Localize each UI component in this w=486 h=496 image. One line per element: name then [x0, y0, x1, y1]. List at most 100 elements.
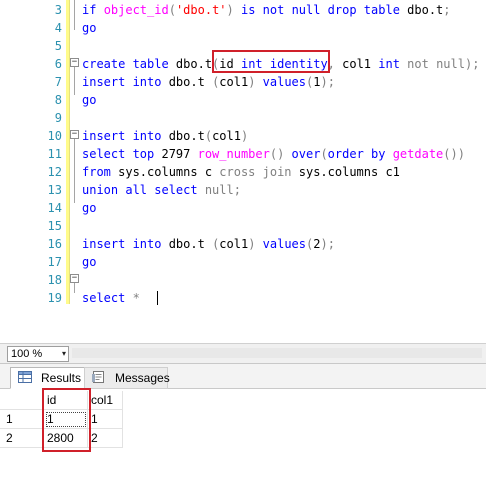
- code-token: dbo.t: [168, 129, 205, 143]
- code-token: col1: [219, 75, 249, 89]
- collapse-icon[interactable]: −: [70, 130, 79, 139]
- code-token: values: [255, 75, 307, 89]
- change-tracking-bar: [66, 0, 70, 304]
- code-token: col1: [219, 237, 249, 251]
- messages-icon: [92, 371, 104, 383]
- code-line: select *: [82, 289, 140, 307]
- outline-guide: [74, 65, 75, 95]
- code-token: order by: [327, 147, 393, 161]
- line-number: 13: [47, 183, 62, 197]
- line-number: 14: [47, 201, 62, 215]
- code-token: sys.columns c: [118, 165, 220, 179]
- code-token: sys.columns c1: [291, 165, 400, 179]
- code-token: over: [284, 147, 321, 161]
- chevron-down-icon[interactable]: ▾: [62, 347, 66, 361]
- zoom-value: 100 %: [11, 348, 43, 360]
- code-token: );: [320, 237, 335, 251]
- line-number: 11: [47, 147, 62, 161]
- collapse-icon[interactable]: −: [70, 274, 79, 283]
- line-number: 10: [47, 129, 62, 143]
- code-token: select: [82, 291, 133, 305]
- code-token: *: [132, 291, 140, 305]
- line-number: 9: [54, 111, 62, 125]
- code-token: not null: [407, 57, 465, 71]
- code-token: values: [255, 237, 307, 251]
- line-number: 15: [47, 219, 62, 233]
- code-token: 'dbo.t': [175, 3, 227, 17]
- code-token: go: [82, 93, 97, 107]
- code-token: ): [240, 129, 249, 143]
- grid-cell-col1[interactable]: 2: [88, 429, 123, 448]
- code-line: insert into dbo.t (col1) values(2);: [82, 235, 335, 253]
- code-line: go: [82, 253, 96, 271]
- id-column-highlight-box: [42, 388, 91, 452]
- results-tab-strip: Results Messages: [0, 364, 486, 389]
- code-token: go: [82, 255, 97, 269]
- code-token: if: [82, 3, 104, 17]
- outline-guide: [74, 137, 75, 203]
- code-token: dbo.t: [168, 237, 213, 251]
- code-line: insert into dbo.t(col1): [82, 127, 248, 145]
- code-token: );: [320, 75, 335, 89]
- line-number: 12: [47, 165, 62, 179]
- line-number: 18: [47, 273, 62, 287]
- line-number: 3: [54, 3, 62, 17]
- line-number: 19: [47, 291, 62, 305]
- collapse-icon[interactable]: −: [70, 58, 79, 67]
- code-token: insert into: [82, 237, 169, 251]
- grid-corner[interactable]: [0, 391, 44, 410]
- code-token: object_id: [103, 3, 169, 17]
- tab-results-label: Results: [41, 371, 82, 385]
- row-number[interactable]: 2: [0, 429, 44, 448]
- code-line: union all select null;: [82, 181, 241, 199]
- line-number: 6: [54, 57, 62, 71]
- editor-status-bar: 100 % ▾: [0, 343, 486, 364]
- line-number: 7: [54, 75, 62, 89]
- zoom-dropdown[interactable]: 100 % ▾: [7, 346, 69, 362]
- code-token: dbo.t: [175, 57, 213, 71]
- code-token: is not null drop table: [233, 3, 408, 17]
- code-token: row_number: [197, 147, 270, 161]
- code-token: dbo.t: [168, 75, 213, 89]
- code-line: go: [82, 91, 96, 109]
- row-number[interactable]: 1: [0, 410, 44, 429]
- results-pane: Results Messages id col1 1 1 1 2 2800 2: [0, 364, 486, 496]
- code-token: ;: [443, 3, 451, 17]
- code-token: from: [82, 165, 119, 179]
- code-token: ()): [443, 147, 465, 161]
- code-token: (: [204, 129, 213, 143]
- line-number: 17: [47, 255, 62, 269]
- code-line: insert into dbo.t (col1) values(1);: [82, 73, 335, 91]
- code-token: (: [320, 147, 328, 161]
- tab-results[interactable]: Results: [10, 367, 92, 389]
- code-token: ): [226, 3, 234, 17]
- sql-editor[interactable]: 3 4 5 6 7 8 9 10 11 12 13 14 15 16 17 18…: [0, 0, 486, 343]
- code-token: insert into: [82, 75, 169, 89]
- identity-highlight-box: [212, 50, 330, 73]
- code-token: (): [269, 147, 285, 161]
- column-header-col1[interactable]: col1: [88, 391, 123, 410]
- code-line: select top 2797 row_number() over(order …: [82, 145, 465, 163]
- code-token: dbo.t: [407, 3, 444, 17]
- code-token: col1: [212, 129, 241, 143]
- code-line: from sys.columns c cross join sys.column…: [82, 163, 400, 181]
- code-token: 2797: [161, 147, 198, 161]
- horizontal-scrollbar[interactable]: [72, 348, 482, 358]
- tab-messages-label: Messages: [115, 371, 170, 385]
- code-line: go: [82, 199, 96, 217]
- code-token: (: [168, 3, 176, 17]
- code-token: go: [82, 21, 97, 35]
- code-line: if object_id('dbo.t') is not null drop t…: [82, 1, 451, 19]
- text-caret: [157, 291, 158, 305]
- code-token: go: [82, 201, 97, 215]
- code-token: union all select: [82, 183, 205, 197]
- grid-icon: [18, 371, 32, 383]
- code-token: create table: [82, 57, 176, 71]
- code-token: );: [464, 57, 480, 71]
- tab-messages[interactable]: Messages: [84, 367, 170, 389]
- grid-cell-col1[interactable]: 1: [88, 410, 123, 429]
- code-line: go: [82, 19, 96, 37]
- code-token: col1: [334, 57, 379, 71]
- line-number: 4: [54, 21, 62, 35]
- code-token: int: [378, 57, 408, 71]
